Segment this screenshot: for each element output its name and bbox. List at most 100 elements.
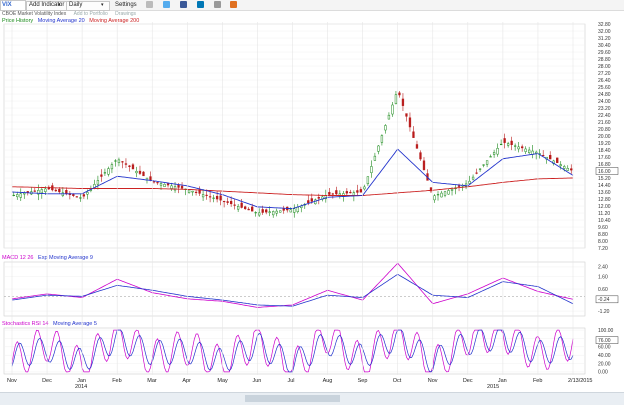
year-label-2014: 2014 (75, 384, 88, 390)
candle-body (349, 191, 352, 194)
candle-body (226, 201, 229, 203)
month-label: Jul (287, 378, 295, 384)
candle-body (177, 184, 180, 188)
candle-body (33, 190, 36, 192)
candle-body (54, 189, 57, 192)
stoch-y-axis: 100.0080.0060.0040.0020.000.00 (598, 328, 614, 376)
candle-body (12, 194, 15, 196)
candle-body (131, 164, 135, 170)
month-gridlines (11, 22, 574, 375)
candle-body (356, 190, 359, 193)
candle-body (58, 188, 61, 193)
y-tick-label: 17.60 (598, 155, 611, 161)
y-tick-label: 12.80 (598, 197, 611, 203)
candle-body (310, 198, 313, 202)
candle-body (258, 212, 261, 216)
candle-body (307, 200, 310, 204)
candle-body (485, 160, 489, 165)
price-current-value: 16.00 (595, 167, 619, 175)
y-tick-label: 15.20 (598, 176, 611, 182)
candle-body (496, 148, 499, 155)
y-tick-label: 2.40 (598, 265, 608, 271)
candle-body (499, 143, 503, 146)
candle-body (405, 113, 408, 117)
time-scrollbar[interactable] (0, 392, 624, 405)
y-tick-label: 13.60 (598, 190, 611, 196)
candle-body (492, 152, 496, 155)
candle-body (528, 149, 531, 153)
candle-body (268, 211, 271, 213)
candle-body (208, 196, 212, 198)
candle-body (166, 183, 170, 186)
candle-body (447, 190, 450, 195)
candle-body (524, 148, 527, 152)
candle-body (408, 117, 412, 128)
y-tick-label: 28.80 (598, 57, 611, 63)
candle-body (412, 131, 415, 138)
candle-body (366, 176, 370, 185)
y-tick-label: 20.80 (598, 127, 611, 133)
candle-body (117, 159, 121, 163)
candle-body (387, 114, 391, 120)
month-label: Feb (112, 378, 122, 384)
candle-body (489, 156, 492, 158)
candle-body (279, 210, 282, 213)
candle-body (40, 189, 43, 194)
candle-body (194, 191, 198, 193)
month-label: Feb (532, 378, 543, 384)
candle-body (219, 195, 222, 201)
y-tick-label: 31.20 (598, 36, 611, 42)
candle-body (517, 146, 520, 150)
candle-body (436, 194, 440, 196)
y-tick-label: 100.00 (598, 328, 614, 334)
y-tick-label: 18.40 (598, 148, 611, 154)
candle-body (370, 166, 373, 173)
candle-body (103, 172, 107, 174)
candle-body (443, 191, 447, 196)
y-tick-label: 32.00 (598, 29, 611, 35)
candle-body (86, 191, 89, 195)
candle-body (187, 189, 191, 193)
candle-body (450, 188, 454, 191)
candle-body (114, 160, 117, 162)
month-label: Dec (462, 378, 473, 384)
month-label: Aug (322, 378, 333, 384)
candle-body (503, 138, 506, 143)
y-tick-label: 27.20 (598, 71, 611, 77)
candle-body (373, 155, 377, 161)
candle-body (212, 197, 215, 199)
candle-body (513, 145, 517, 147)
scroll-thumb[interactable] (245, 395, 340, 402)
candle-body (440, 192, 443, 198)
y-tick-label: 20.00 (598, 134, 611, 140)
candle-body (191, 190, 194, 193)
candle-body (475, 172, 478, 174)
candle-body (110, 164, 114, 170)
month-label: Oct (392, 378, 402, 384)
candle-body (398, 92, 401, 96)
y-tick-label: 8.80 (598, 232, 608, 238)
candle-body (272, 211, 275, 216)
candle-body (471, 176, 475, 180)
candle-body (149, 176, 152, 181)
month-label: Dec (42, 378, 52, 384)
candle-body (237, 206, 240, 210)
candle-body (359, 189, 363, 193)
candle-body (233, 204, 236, 206)
month-label: Mar (147, 378, 157, 384)
candle-body (289, 209, 292, 213)
candle-body (296, 207, 299, 212)
candle-body (391, 104, 394, 115)
candle-body (247, 208, 250, 211)
y-tick-label: 7.20 (598, 246, 608, 252)
y-tick-label: 24.00 (598, 99, 611, 105)
candle-body (394, 94, 398, 105)
candle-body (510, 140, 513, 145)
y-tick-label: 28.00 (598, 64, 611, 70)
candle-body (363, 186, 366, 190)
candle-body (521, 146, 524, 149)
y-tick-label: 19.20 (598, 141, 611, 147)
chart-area[interactable]: 32.8032.0031.2030.4029.6028.8028.0027.20… (0, 0, 624, 392)
current-value-text: 76.00 (598, 338, 611, 344)
candle-body (201, 194, 205, 198)
